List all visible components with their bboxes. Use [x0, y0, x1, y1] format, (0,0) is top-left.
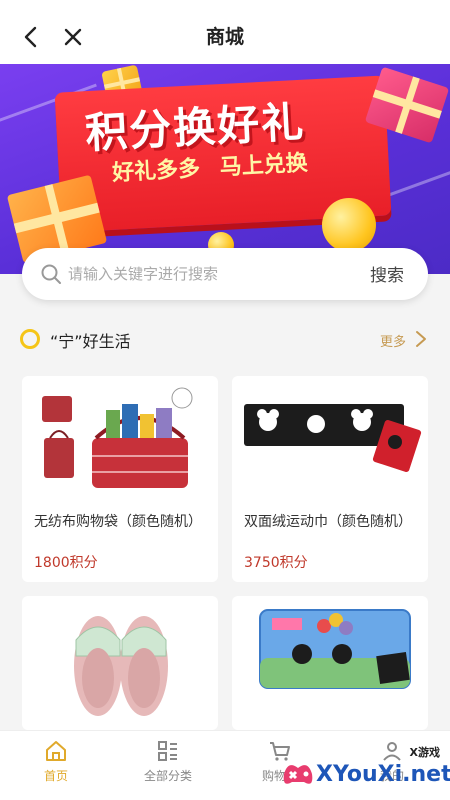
page-title: 商城	[205, 26, 244, 48]
product-name: 无纺布购物袋（颜色随机）	[34, 514, 202, 530]
product-card[interactable]: 双面绒运动巾（颜色随机） 3750积分	[232, 376, 428, 582]
product-price: 1800积分	[34, 555, 98, 571]
product-card[interactable]	[232, 596, 428, 730]
coin-icon	[322, 198, 376, 252]
product-price: 3750积分	[244, 555, 308, 571]
slippers-image	[74, 616, 168, 716]
blanket-image	[259, 609, 411, 689]
tab-label: 首页	[43, 769, 68, 783]
search-button[interactable]: 搜索	[370, 261, 404, 286]
home-icon	[46, 741, 66, 761]
gamepad-logo-icon	[283, 765, 313, 784]
watermark: X游戏 XYouXi.net	[278, 740, 450, 800]
category-icon	[158, 741, 177, 761]
search-bar[interactable]: 请输入关键字进行搜索 搜索	[22, 248, 428, 300]
search-input[interactable]: 请输入关键字进行搜索	[68, 263, 218, 284]
shopping-bag-image	[42, 387, 193, 488]
ring-icon	[20, 329, 40, 349]
promo-banner[interactable]: 积分换好礼 好礼多多 马上兑换	[0, 64, 450, 274]
towel-image	[244, 404, 422, 473]
watermark-site-text: XYouXi.net	[316, 762, 450, 787]
section-header: “宁”好生活 更多	[0, 322, 450, 356]
watermark-small-text: X游戏	[409, 746, 440, 759]
tab-home[interactable]: 首页	[0, 731, 112, 800]
product-card[interactable]: 无纺布购物袋（颜色随机） 1800积分	[22, 376, 218, 582]
product-name: 双面绒运动巾（颜色随机）	[244, 514, 412, 530]
chevron-right-icon[interactable]	[414, 330, 428, 348]
more-link[interactable]: 更多	[380, 331, 406, 350]
tab-label: 全部分类	[143, 769, 192, 783]
section-title: “宁”好生活	[50, 332, 131, 351]
search-icon	[41, 264, 61, 284]
top-bar: 商城	[0, 0, 450, 64]
tab-category[interactable]: 全部分类	[112, 731, 224, 800]
product-card[interactable]	[22, 596, 218, 730]
